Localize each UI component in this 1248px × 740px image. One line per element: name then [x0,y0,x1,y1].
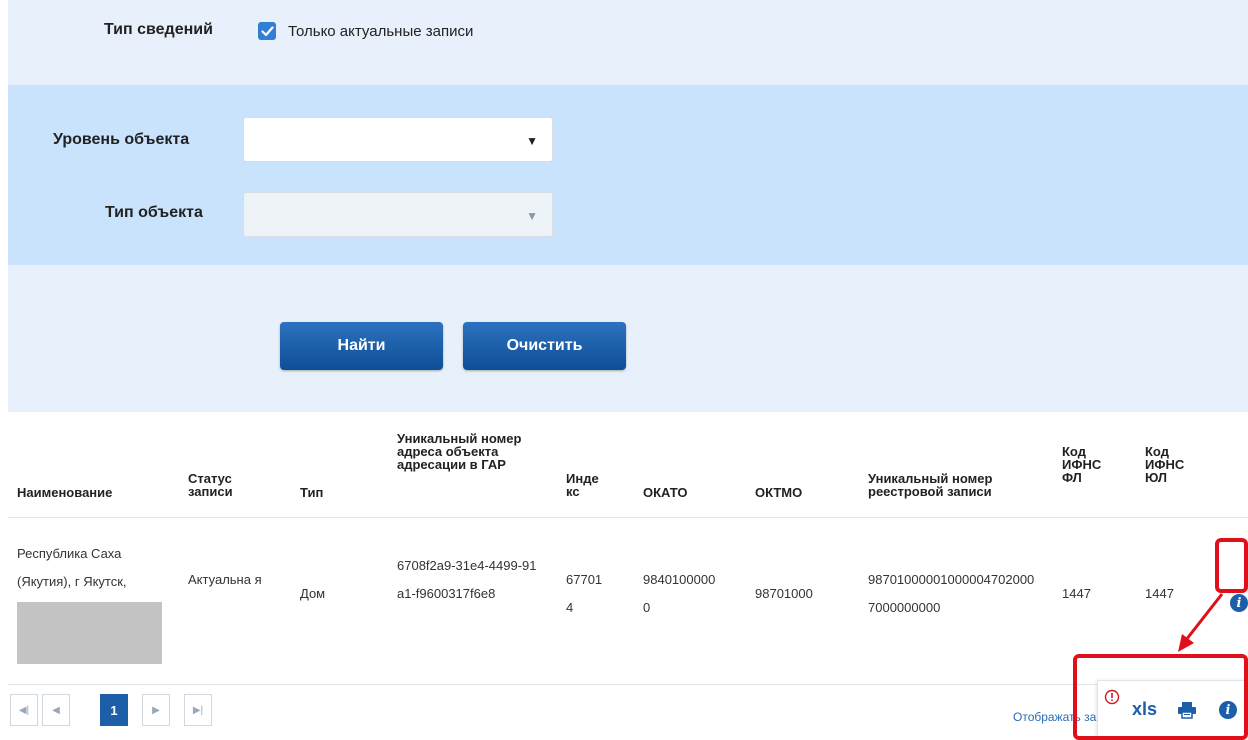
cell-type: Дом [300,586,326,601]
chevron-down-icon: ▼ [526,134,538,148]
filter-band-top [8,0,1248,85]
header-okato: ОКАТО [643,485,688,500]
cell-index: 677014 [566,572,603,615]
annotation-box-popup [1073,654,1248,740]
header-oktmo: ОКТМО [755,485,803,500]
header-name: Наименование [17,485,113,500]
next-page-button[interactable]: ▶ [142,694,170,726]
header-ifns-ul: Код ИФНС ЮЛ [1145,444,1185,485]
next-page-icon: ▶ [152,704,160,716]
header-gar: Уникальный номер адреса объекта адресаци… [397,431,522,472]
object-level-select[interactable]: ▼ [243,117,553,162]
check-icon [260,25,274,36]
cell-gar: 6708f2a9-31e4-4499-91a1-f9600317f6e8 [397,558,537,601]
header-ifns-fl: Код ИФНС ФЛ [1062,444,1102,485]
filter-band-object [8,85,1248,265]
prev-page-icon: ◀ [52,704,60,716]
clear-button[interactable]: Очистить [463,322,626,370]
only-actual-label: Только актуальные записи [288,22,474,40]
cell-status: Актуальна я [188,572,262,587]
info-icon[interactable]: i [1230,594,1248,612]
cell-oktmo: 98701000 [755,586,813,601]
current-page-button[interactable]: 1 [100,694,128,726]
header-index: Инде кс [566,471,599,499]
filter-band-buttons [8,265,1248,412]
header-status: Статус записи [188,471,233,499]
first-page-button[interactable]: ◀| [10,694,38,726]
only-actual-checkbox-group[interactable]: Только актуальные записи [258,22,473,40]
last-page-icon: ▶| [192,704,204,716]
object-type-select[interactable]: ▼ [243,192,553,237]
find-button[interactable]: Найти [280,322,443,370]
info-type-label: Тип сведений [104,21,213,38]
prev-page-button[interactable]: ◀ [42,694,70,726]
annotation-arrow-icon [1178,593,1224,652]
only-actual-checkbox[interactable] [258,22,276,40]
object-level-label: Уровень объекта [53,131,190,148]
table-header-divider [8,517,1248,518]
cell-registry-number: 987010000010000047020007000000000 [868,572,1035,615]
first-page-icon: ◀| [18,704,30,716]
cell-ifns-fl: 1447 [1062,586,1091,601]
cell-name: Республика Саха (Якутия), г Якутск, [17,546,127,589]
header-type: Тип [300,485,324,500]
annotation-box-info [1215,538,1248,593]
header-registry-number: Уникальный номер реестровой записи [868,471,993,499]
table-row-divider [8,684,1248,685]
object-type-label: Тип объекта [105,204,203,221]
chevron-down-icon: ▼ [526,209,538,223]
cell-okato: 98401000000 [643,572,716,615]
redacted-block [17,602,162,664]
last-page-button[interactable]: ▶| [184,694,212,726]
